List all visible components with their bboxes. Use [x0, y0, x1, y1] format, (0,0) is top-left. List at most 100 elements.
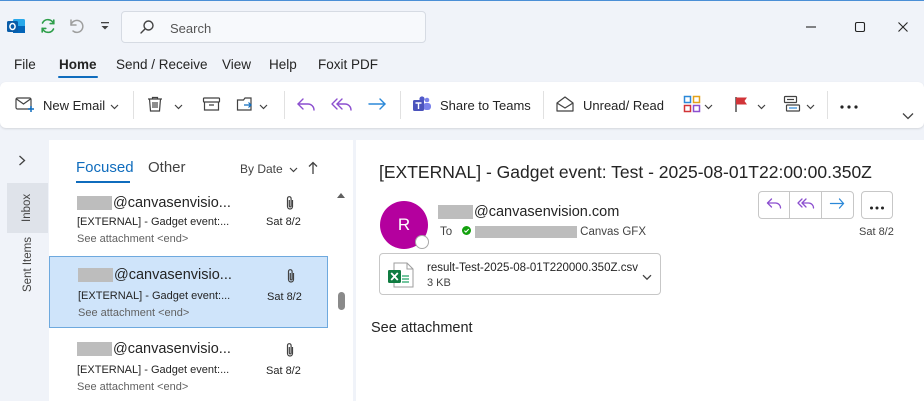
sender-text: @canvasenvisio...: [113, 341, 231, 357]
scroll-up-icon[interactable]: [336, 187, 346, 202]
sender-text: @canvasenvisio...: [113, 195, 231, 211]
divider: [133, 91, 134, 119]
verified-check-icon: [462, 226, 472, 238]
delete-button[interactable]: [146, 82, 183, 128]
share-to-teams-button[interactable]: Share to Teams: [412, 82, 531, 128]
reply-all-icon: [331, 96, 353, 115]
active-tab-indicator: [58, 76, 98, 78]
chevron-down-icon[interactable]: [174, 98, 183, 113]
sender-text: @canvasenvisio...: [114, 267, 232, 283]
delete-icon: [146, 95, 164, 116]
list-item[interactable]: @canvasenvisio... [EXTERNAL] - Gadget ev…: [49, 331, 328, 401]
chevron-down-icon[interactable]: [757, 98, 766, 113]
send-receive-icon[interactable]: [38, 16, 58, 36]
message-actions: [758, 191, 854, 219]
chevron-down-icon[interactable]: [806, 98, 815, 113]
forward-button[interactable]: [367, 82, 387, 128]
tab-foxit-pdf[interactable]: Foxit PDF: [318, 57, 378, 72]
reply-icon: [766, 197, 782, 213]
ribbon-expand-button[interactable]: [902, 92, 914, 138]
to-label: To: [440, 226, 453, 238]
sender: @canvasenvisio...: [77, 341, 231, 357]
archive-button[interactable]: [202, 82, 221, 128]
attachment-icon: [286, 268, 296, 287]
scrollbar-thumb[interactable]: [338, 292, 345, 310]
excel-file-icon: [387, 261, 415, 292]
rail-sent-items-label[interactable]: Sent Items: [22, 237, 34, 292]
chevron-down-icon[interactable]: [110, 98, 119, 113]
flag-button[interactable]: [733, 82, 766, 128]
attachment-card[interactable]: result-Test-2025-08-01T220000.350Z.csv 3…: [379, 253, 661, 295]
unread-read-button[interactable]: Unread/ Read: [555, 82, 664, 128]
recipient-name[interactable]: Canvas GFX: [580, 226, 646, 238]
message-date: Sat 8/2: [266, 216, 301, 228]
tab-focused[interactable]: Focused: [76, 159, 134, 176]
minimize-button[interactable]: [788, 13, 834, 41]
forward-icon: [829, 197, 845, 213]
rules-icon: [783, 95, 803, 116]
reading-pane: [EXTERNAL] - Gadget event: Test - 2025-0…: [356, 140, 924, 401]
chevron-down-icon[interactable]: [642, 269, 652, 284]
move-button[interactable]: [236, 82, 268, 128]
more-icon: [869, 198, 885, 213]
message-list: Focused Other By Date @canvasenvisio... …: [49, 140, 353, 401]
divider: [543, 91, 544, 119]
redacted-name: [438, 205, 473, 219]
reply-all-button[interactable]: [331, 82, 353, 128]
more-commands-button[interactable]: [839, 82, 859, 128]
menu-bar: File Home Send / Receive View Help Foxit…: [0, 52, 924, 80]
close-button[interactable]: [880, 13, 924, 41]
sort-direction-icon[interactable]: [308, 161, 318, 178]
rail-inbox-label[interactable]: Inbox: [21, 194, 33, 222]
attachment-name: result-Test-2025-08-01T220000.350Z.csv: [427, 262, 638, 274]
tab-view[interactable]: View: [222, 57, 251, 72]
divider: [827, 91, 828, 119]
message-subject: [EXTERNAL] - Gadget event:...: [78, 290, 231, 302]
reply-all-button[interactable]: [790, 192, 822, 218]
list-item[interactable]: @canvasenvisio... [EXTERNAL] - Gadget ev…: [49, 187, 328, 259]
chevron-down-icon[interactable]: [704, 98, 713, 113]
expand-folders-icon[interactable]: [18, 154, 26, 169]
maximize-button[interactable]: [837, 13, 883, 41]
categorize-button[interactable]: [683, 82, 713, 128]
forward-button[interactable]: [822, 192, 853, 218]
redacted-name: [77, 342, 112, 356]
list-item-selected[interactable]: @canvasenvisio... [EXTERNAL] - Gadget ev…: [49, 256, 328, 328]
chevron-down-icon[interactable]: [259, 98, 268, 113]
presence-status-icon: [415, 235, 429, 249]
undo-icon[interactable]: [66, 16, 86, 36]
outlook-logo-icon: [6, 16, 26, 36]
tab-file[interactable]: File: [14, 57, 36, 72]
email-subject: [EXTERNAL] - Gadget event: Test - 2025-0…: [379, 162, 872, 182]
rules-button[interactable]: [783, 82, 815, 128]
divider: [400, 91, 401, 119]
message-preview: See attachment <end>: [77, 381, 189, 393]
more-actions-button[interactable]: [861, 191, 893, 219]
ribbon: New Email Share to Teams Unread/ Read: [0, 82, 924, 128]
search-box[interactable]: [121, 11, 426, 43]
reply-icon: [296, 96, 316, 115]
search-icon: [139, 19, 155, 38]
recipients-line: To Canvas GFX: [440, 226, 646, 238]
flag-icon: [733, 95, 751, 116]
folder-rail: Inbox Sent Items: [0, 140, 48, 401]
search-input[interactable]: [170, 19, 410, 37]
share-to-teams-label: Share to Teams: [440, 97, 531, 113]
chevron-down-icon: [289, 162, 298, 176]
sort-by-date-button[interactable]: By Date: [240, 162, 298, 176]
tab-send-receive[interactable]: Send / Receive: [116, 57, 208, 72]
attachment-icon: [285, 195, 295, 214]
open-envelope-icon: [555, 95, 575, 116]
received-date: Sat 8/2: [859, 226, 894, 238]
tab-help[interactable]: Help: [269, 57, 297, 72]
tab-home[interactable]: Home: [59, 57, 97, 72]
customize-toolbar-icon[interactable]: [98, 18, 112, 34]
new-email-button[interactable]: New Email: [15, 82, 119, 128]
sender-address-text: @canvasenvision.com: [474, 204, 620, 220]
reply-button[interactable]: [759, 192, 791, 218]
tab-other[interactable]: Other: [148, 159, 186, 176]
sender-address[interactable]: @canvasenvision.com: [438, 204, 619, 220]
message-subject: [EXTERNAL] - Gadget event:...: [77, 364, 230, 376]
chevron-down-icon: [902, 108, 914, 123]
reply-button[interactable]: [296, 82, 316, 128]
